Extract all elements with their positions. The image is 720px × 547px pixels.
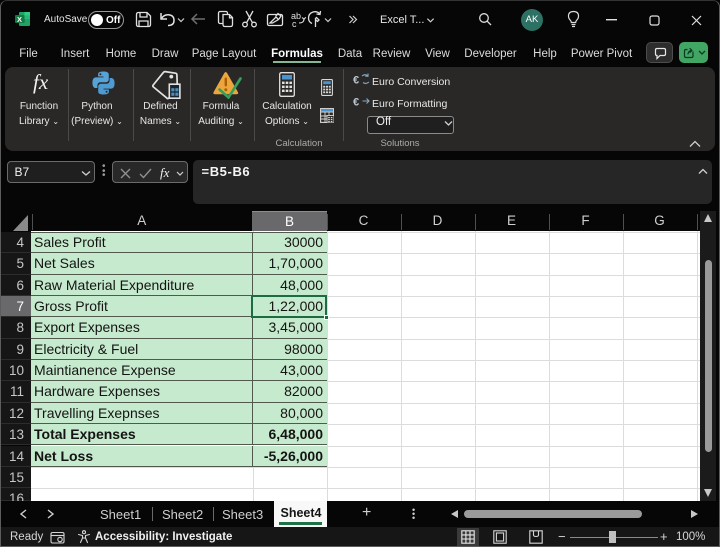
svg-text:fx: fx	[33, 70, 49, 94]
svg-text:X: X	[17, 15, 22, 24]
svg-text:€: €	[353, 75, 359, 87]
svg-text:€: €	[353, 97, 359, 109]
svg-text:fx: fx	[160, 165, 170, 180]
svg-text:c: c	[292, 19, 297, 28]
